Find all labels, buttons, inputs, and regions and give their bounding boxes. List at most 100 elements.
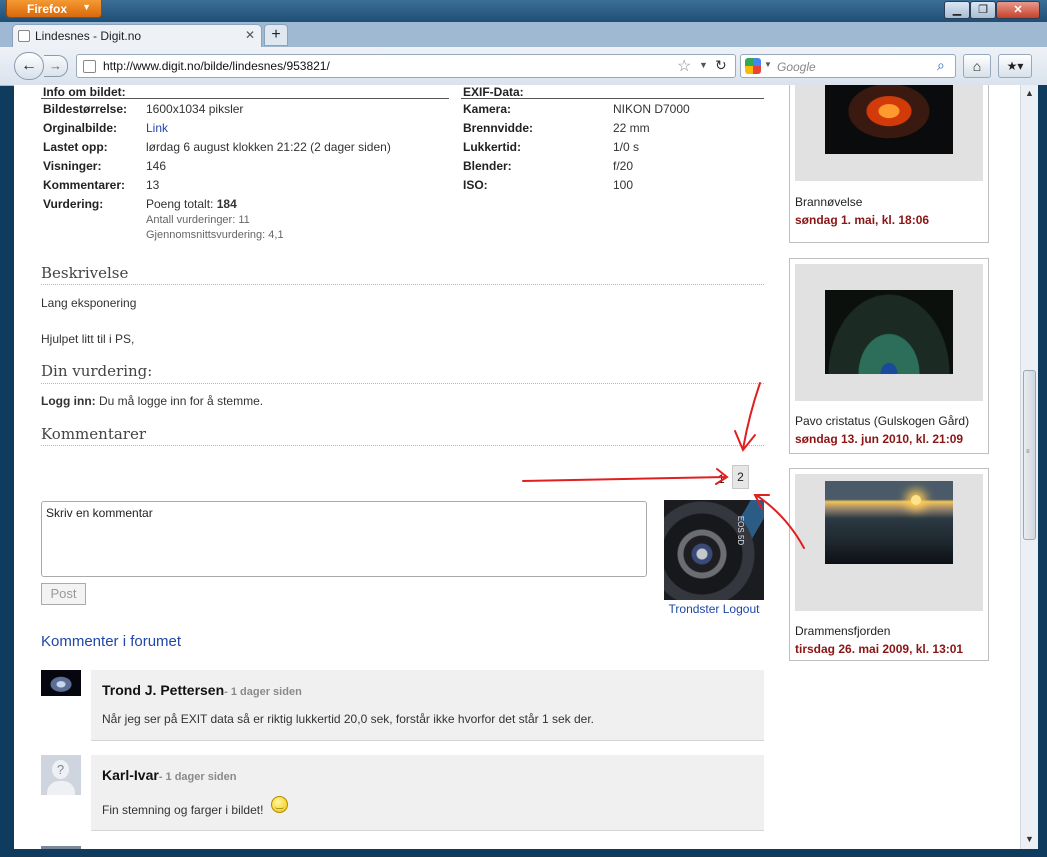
section-divider [41,383,764,384]
rating-total-label: Poeng totalt: [146,197,214,211]
bookmark-star-icon[interactable]: ☆ [677,56,691,76]
comment-textarea[interactable]: Skriv en kommentar [41,501,647,577]
forum-link[interactable]: Kommenter i forumet [41,633,181,650]
login-label: Logg inn: [41,394,96,408]
bookmarks-button[interactable]: ★▾ [998,54,1032,78]
exif-label: Blender: [463,159,512,173]
scroll-thumb[interactable]: ≡ [1023,370,1036,540]
rating-total: Poeng totalt: 184 [146,197,237,211]
close-window-button[interactable]: ✕ [996,1,1040,19]
search-input[interactable]: Google [777,60,816,74]
info-label: Vurdering: [43,197,104,211]
pager-page-1[interactable]: 1 [718,472,725,486]
comment-item: Karl-Ivar- 1 dager siden Fin stemning og… [91,755,764,831]
url-dropdown-icon[interactable]: ▼ [699,60,708,70]
photo-date: tirsdag 26. mai 2009, kl. 13:01 [795,642,964,656]
sidebar-photo-card[interactable]: Pavo cristatus (Gulskogen Gård) søndag 1… [789,258,989,454]
tab-title: Lindesnes - Digit.no [35,29,142,43]
photo-thumbnail[interactable] [825,481,953,564]
info-value: lørdag 6 august klokken 21:22 (2 dager s… [146,140,391,154]
new-tab-button[interactable]: + [264,24,288,46]
rating-heading: Din vurdering: [41,362,153,380]
commenter-avatar[interactable] [41,670,81,696]
comment-header: Karl-Ivar- 1 dager siden [102,767,236,783]
pager-page-2[interactable]: 2 [732,465,749,489]
section-divider [41,445,764,446]
post-button[interactable]: Post [41,583,86,605]
arrow-left [522,468,729,485]
info-value: 13 [146,178,160,192]
arrow-top [734,382,761,452]
login-text: Du må logge inn for å stemme. [99,394,264,408]
chevron-down-icon: ▼ [82,2,91,12]
sidebar-photo-card[interactable]: Brannøvelse søndag 1. mai, kl. 18:06 [789,85,989,243]
photo-title[interactable]: Brannøvelse [795,195,862,209]
url-text[interactable]: http://www.digit.no/bilde/lindesnes/9538… [103,59,330,73]
photo-frame [795,264,983,401]
site-identity-icon[interactable] [83,60,96,73]
rating-total-value: 184 [216,197,237,211]
camera-brand: EOS 5D [736,515,746,546]
comment-header: Trond J. Pettersen- 1 dager siden [102,682,302,698]
sun-shape [911,495,921,505]
page-viewport: Info om bildet: Bildestørrelse: 1600x103… [14,85,1020,849]
exif-label: Brennvidde: [463,121,534,135]
search-bar[interactable]: ▼ Google ⌕ [740,54,956,78]
comment-time: - 1 dager siden [224,686,302,698]
user-avatar[interactable]: EOS 5D [664,500,764,600]
exif-value: f/20 [613,159,634,173]
vertical-scrollbar[interactable]: ▲ ≡ ▼ [1020,85,1038,849]
forward-button[interactable]: → [44,55,68,77]
photo-frame [795,85,983,181]
firefox-menu-label: Firefox [27,2,68,16]
photo-thumbnail[interactable] [825,290,953,374]
exif-label: Kamera: [463,102,512,116]
rating-average: Gjennomsnittsvurdering: 4,1 [146,229,284,241]
commenter-name[interactable]: Trond J. Pettersen [102,682,224,698]
original-image-link[interactable]: Link [146,121,168,135]
sidebar-photo-card[interactable]: Drammensfjorden tirsdag 26. mai 2009, kl… [789,468,989,661]
exif-value: NIKON D7000 [613,102,690,116]
info-value: 146 [146,159,167,173]
scroll-up-icon[interactable]: ▲ [1021,85,1038,102]
engine-dropdown-icon[interactable]: ▼ [764,60,772,69]
minimize-button[interactable]: ▁ [944,1,970,19]
scroll-down-icon[interactable]: ▼ [1021,831,1038,848]
info-label: Lastet opp: [43,140,108,154]
exif-label: ISO: [463,178,488,192]
rating-count: Antall vurderinger: 11 [146,214,250,226]
search-icon[interactable]: ⌕ [937,57,945,74]
login-notice: Logg inn: Du må logge inn for å stemme. [41,394,263,408]
reload-icon[interactable]: ↻ [715,57,727,74]
comment-text: Fin stemning og farger i bildet! [102,803,264,817]
comment-time: - 1 dager siden [158,771,237,783]
tab-lindesnes[interactable]: Lindesnes - Digit.no ✕ [12,24,262,47]
exif-value: 22 mm [613,121,650,135]
info-label: Orginalbilde: [43,121,118,135]
window-frame-right [1038,85,1047,857]
window-frame-bottom [0,849,1047,857]
photo-title[interactable]: Drammensfjorden [795,624,890,638]
info-label: Visninger: [43,159,102,173]
comment-item: Trond J. Pettersen- 1 dager siden Når je… [91,670,764,741]
commenter-name[interactable]: Karl-Ivar [102,767,159,783]
description-line: Lang eksponering [41,296,137,310]
commenter-avatar[interactable]: ? [41,755,81,795]
firefox-menu-button[interactable]: Firefox ▼ [6,0,102,18]
google-engine-icon[interactable] [745,58,761,74]
url-bar[interactable]: http://www.digit.no/bilde/lindesnes/9538… [76,54,736,78]
close-tab-icon[interactable]: ✕ [245,28,255,42]
maximize-button[interactable]: ❐ [970,1,996,19]
photo-title[interactable]: Pavo cristatus (Gulskogen Gård) [795,414,969,428]
user-logout-link[interactable]: Trondster Logout [664,602,764,616]
exif-heading: EXIF-Data: [463,85,524,99]
back-button[interactable]: ← [14,52,44,80]
info-label: Bildestørrelse: [43,102,128,116]
info-heading: Info om bildet: [43,85,126,99]
photo-thumbnail[interactable] [825,85,953,154]
smiley-icon: ‿ [271,796,288,813]
exif-value: 100 [613,178,634,192]
page-favicon-icon [18,30,30,42]
window-titlebar [0,0,1047,22]
home-button[interactable]: ⌂ [963,54,991,78]
